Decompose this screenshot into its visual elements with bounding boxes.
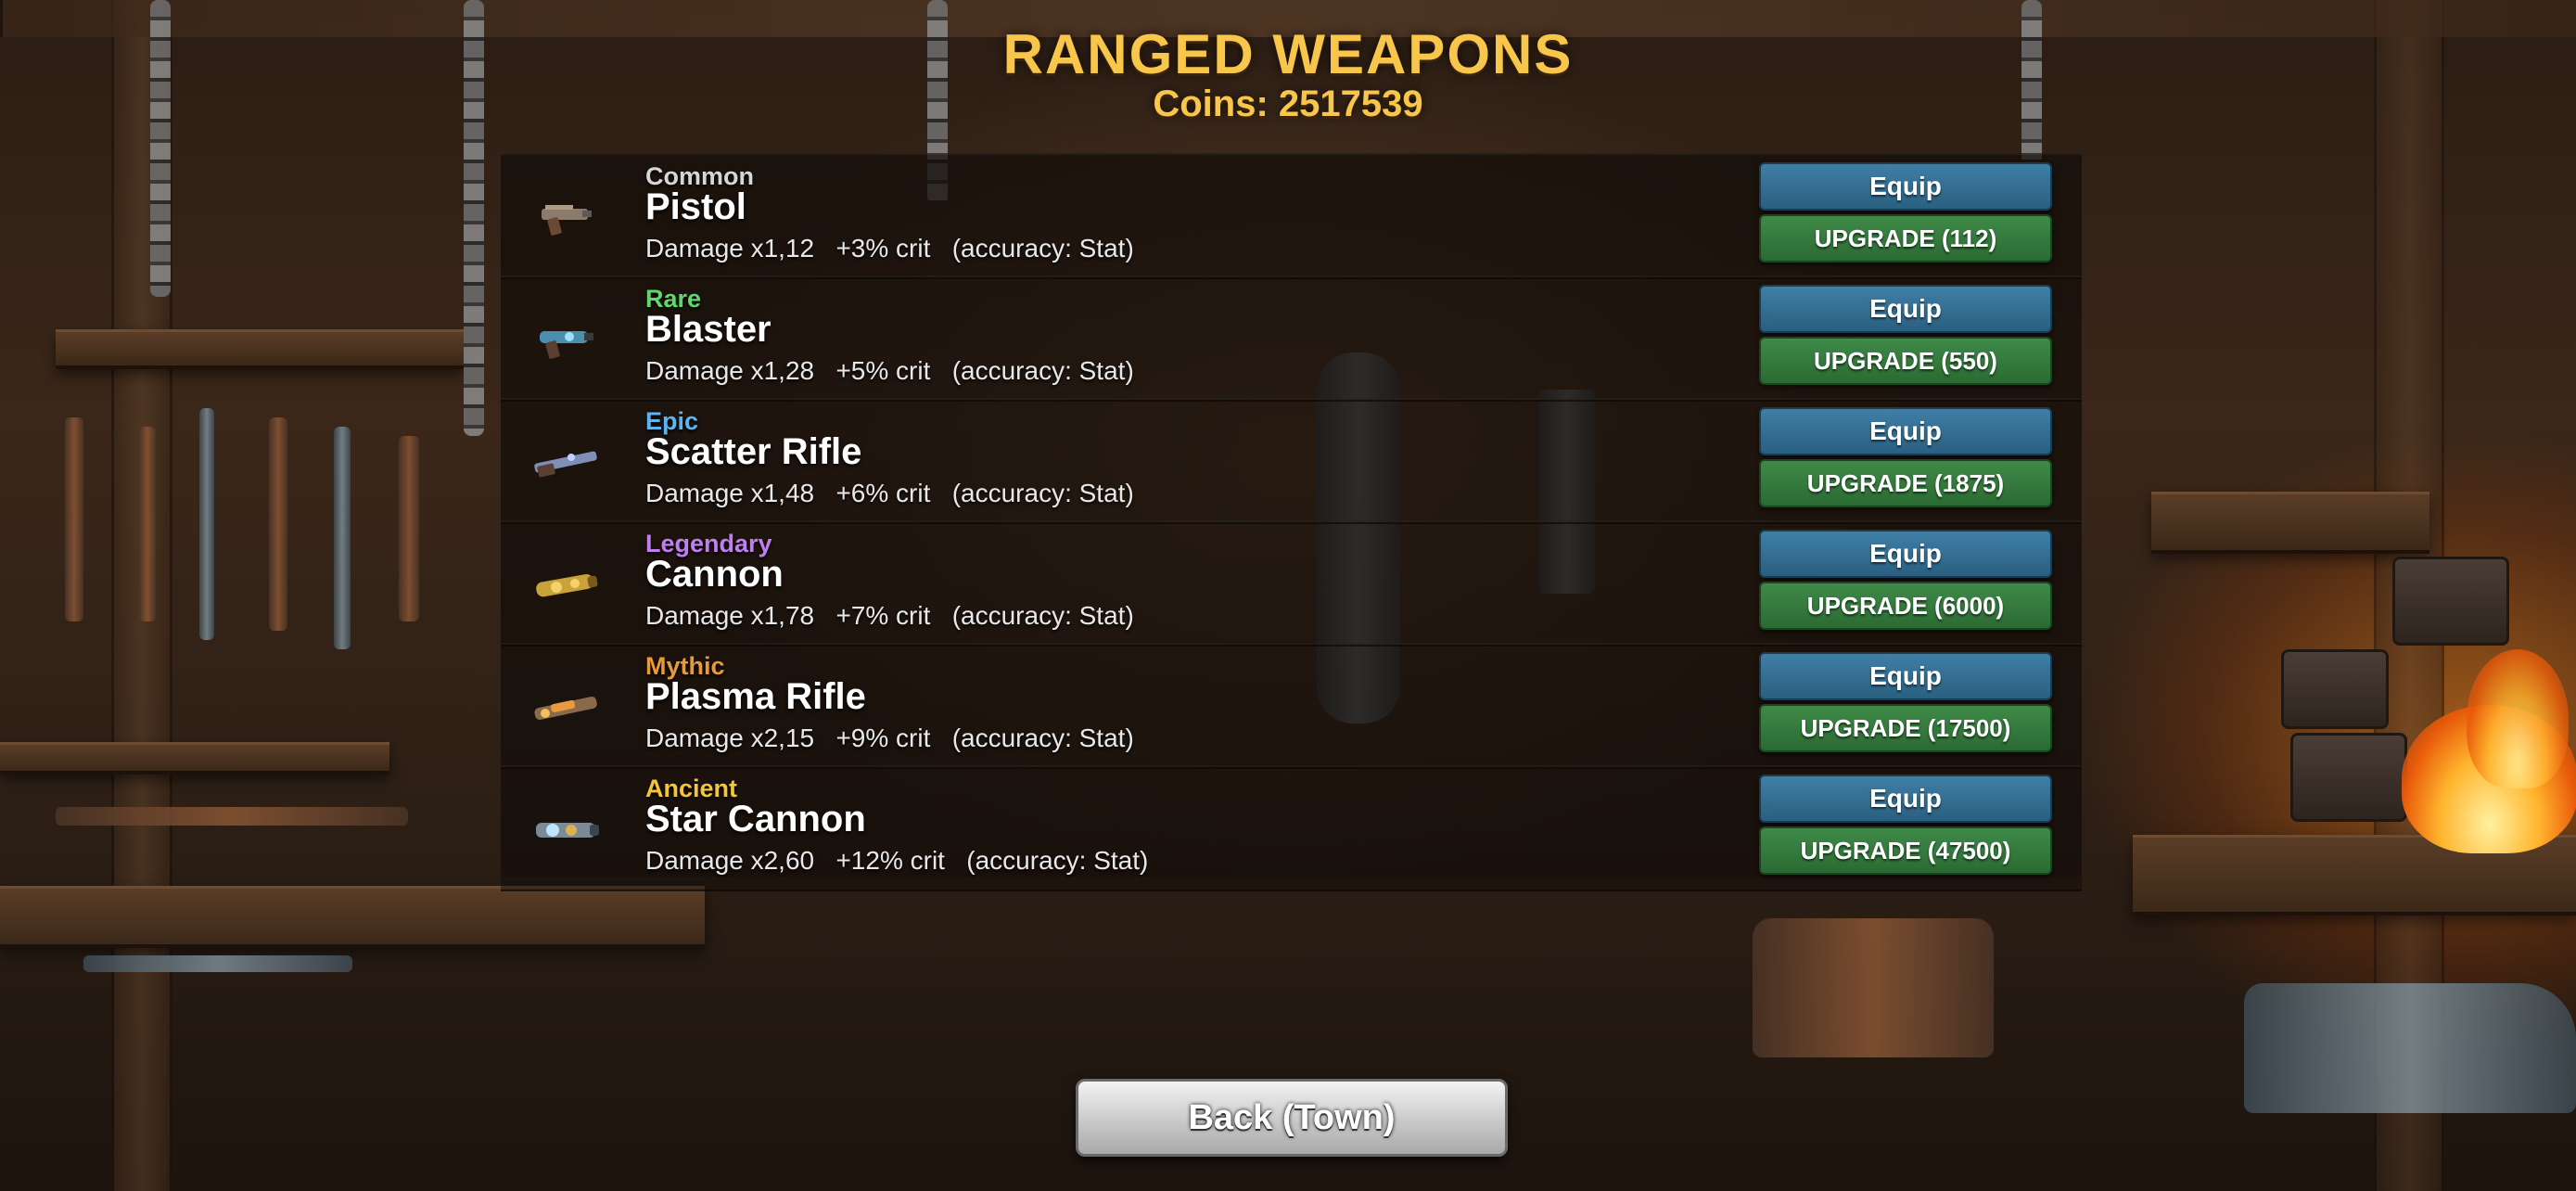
blaster-icon (540, 331, 593, 359)
upgrade-button[interactable]: UPGRADE (550) (1759, 337, 2052, 385)
weapon-stats: Damage x2,15 +9% crit (accuracy: Stat) (645, 724, 1134, 752)
weapon-row: Rare Blaster Damage x1,28 +5% crit (accu… (501, 275, 2082, 402)
weapon-row: Mythic Plasma Rifle Damage x2,15 +9% cri… (501, 643, 2082, 769)
upgrade-button[interactable]: UPGRADE (6000) (1759, 582, 2052, 630)
weapon-name: Scatter Rifle (645, 431, 862, 472)
cannon-icon (536, 574, 598, 597)
weapon-stats: Damage x1,28 +5% crit (accuracy: Stat) (645, 356, 1134, 385)
weapon-stats: Damage x1,48 +6% crit (accuracy: Stat) (645, 479, 1134, 507)
page-title: RANGED WEAPONS (1002, 23, 1574, 85)
scatter-rifle-icon (534, 451, 597, 478)
weapon-stats: Damage x1,78 +7% crit (accuracy: Stat) (645, 601, 1134, 630)
weapon-name: Blaster (645, 309, 772, 350)
weapon-name: Plasma Rifle (645, 676, 866, 717)
back-to-town-button[interactable]: Back (Town) (1076, 1079, 1508, 1157)
weapon-name: Cannon (645, 554, 784, 595)
upgrade-button[interactable]: UPGRADE (112) (1759, 214, 2052, 263)
equip-button[interactable]: Equip (1759, 530, 2052, 578)
upgrade-button[interactable]: UPGRADE (1875) (1759, 459, 2052, 507)
weapon-row: Legendary Cannon Damage x1,78 +7% crit (… (501, 520, 2082, 647)
upgrade-button[interactable]: UPGRADE (47500) (1759, 826, 2052, 875)
weapon-name: Pistol (645, 186, 746, 227)
equip-button[interactable]: Equip (1759, 407, 2052, 455)
weapon-stats: Damage x2,60 +12% crit (accuracy: Stat) (645, 846, 1149, 875)
coins-counter: Coins: 2517539 (1153, 83, 1423, 124)
weapon-row: Ancient Star Cannon Damage x2,60 +12% cr… (501, 765, 2082, 891)
equip-button[interactable]: Equip (1759, 285, 2052, 333)
plasma-rifle-icon (534, 696, 597, 720)
weapon-row: Common Pistol Damage x1,12 +3% crit (acc… (501, 153, 2082, 279)
pistol-icon (542, 205, 592, 236)
weapon-row: Epic Scatter Rifle Damage x1,48 +6% crit… (501, 398, 2082, 524)
weapon-name: Star Cannon (645, 799, 866, 839)
equip-button[interactable]: Equip (1759, 775, 2052, 823)
equip-button[interactable]: Equip (1759, 162, 2052, 211)
equip-button[interactable]: Equip (1759, 652, 2052, 700)
star-cannon-icon (536, 823, 599, 838)
armory-screen: RANGED WEAPONS Coins: 2517539 Common Pis… (0, 0, 2576, 1191)
upgrade-button[interactable]: UPGRADE (17500) (1759, 704, 2052, 752)
weapon-stats: Damage x1,12 +3% crit (accuracy: Stat) (645, 234, 1134, 263)
